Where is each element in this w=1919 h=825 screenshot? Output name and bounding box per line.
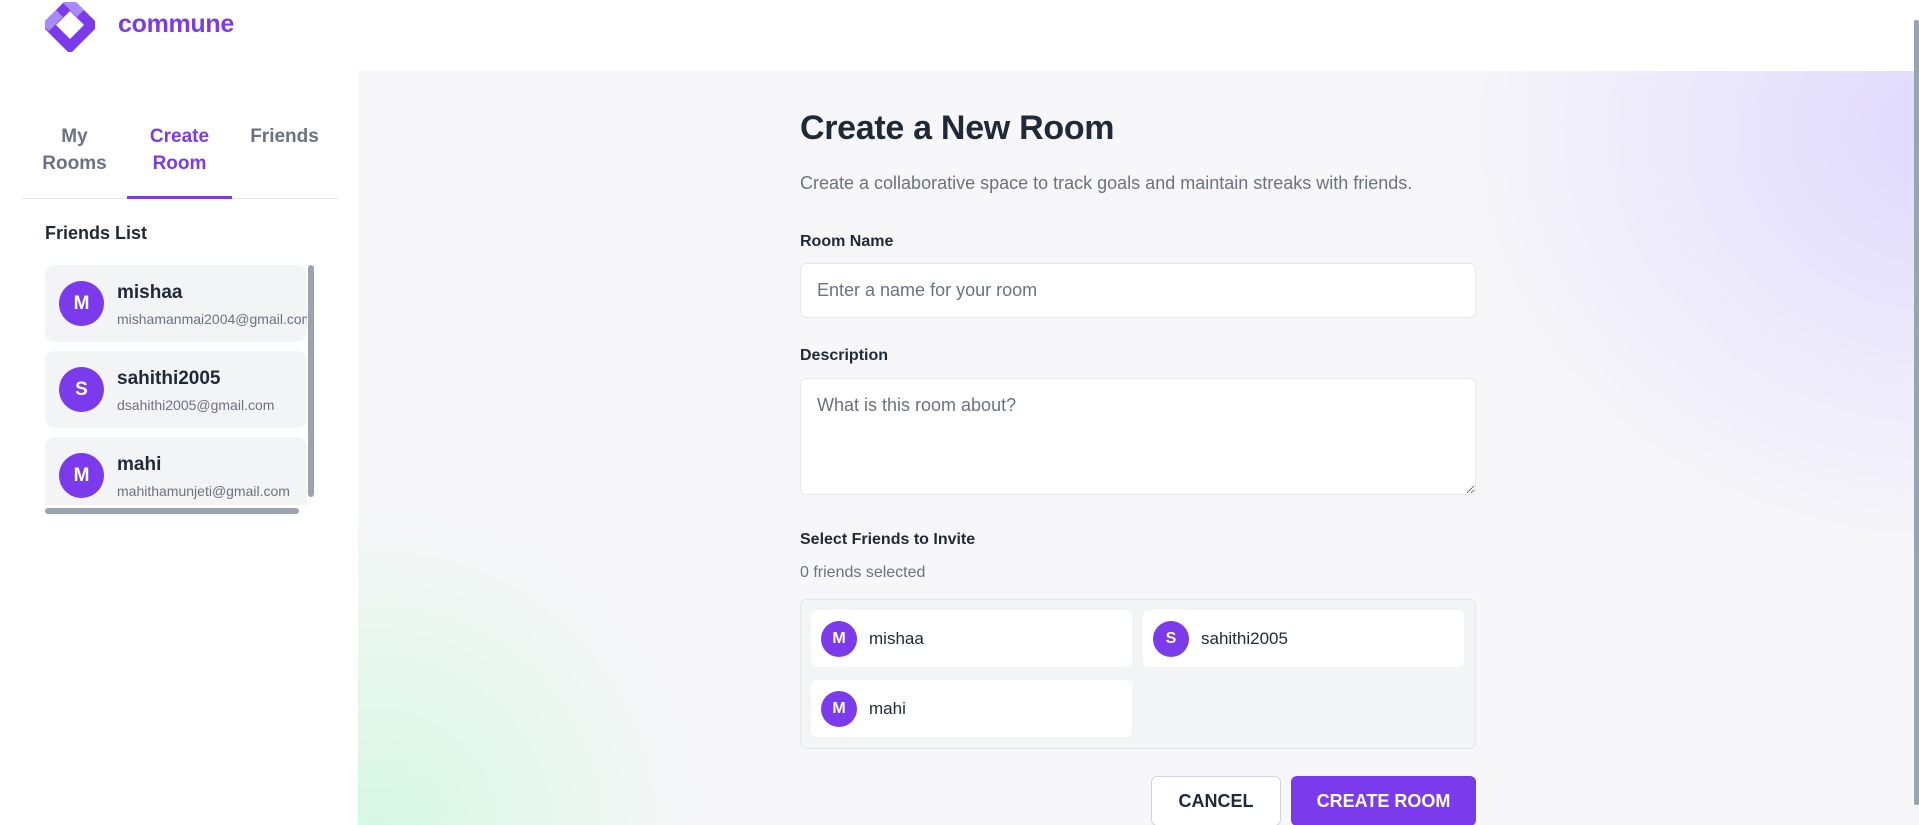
invite-option[interactable]: M mishaa [811, 610, 1132, 667]
commune-logo-icon[interactable] [45, 2, 95, 52]
tab-label: My Rooms [42, 126, 107, 174]
create-room-button[interactable]: CREATE ROOM [1291, 776, 1476, 825]
friends-list-heading: Friends List [45, 223, 148, 243]
invite-friends-label: Select Friends to Invite [800, 531, 976, 548]
invite-option-name: mishaa [869, 629, 924, 648]
cancel-button[interactable]: CANCEL [1151, 776, 1281, 825]
sidebar-tabs: My Rooms Create Room Friends [22, 115, 338, 199]
avatar: M [821, 691, 857, 727]
avatar: M [59, 281, 104, 326]
friends-list-horizontal-scrollbar[interactable] [45, 508, 299, 514]
description-label: Description [800, 347, 889, 364]
invite-option-name: mahi [869, 699, 906, 718]
invite-option[interactable]: S sahithi2005 [1143, 610, 1464, 667]
friend-name: sahithi2005 [117, 368, 221, 389]
page-scrollbar[interactable] [1914, 20, 1919, 805]
friend-email: mahithamunjeti@gmail.com [117, 483, 290, 499]
friends-list[interactable]: M mishaa mishamanmai2004@gmail.com S sah… [45, 265, 315, 505]
friend-card[interactable]: M mishaa mishamanmai2004@gmail.com [45, 265, 307, 342]
friend-email: dsahithi2005@gmail.com [117, 397, 275, 413]
page-subtitle: Create a collaborative space to track go… [800, 173, 1413, 193]
avatar: M [59, 453, 104, 498]
brand-name[interactable]: commune [118, 10, 234, 39]
tab-label: Friends [250, 126, 319, 147]
friend-card[interactable]: M mahi mahithamunjeti@gmail.com [45, 437, 307, 505]
friend-card[interactable]: S sahithi2005 dsahithi2005@gmail.com [45, 351, 307, 428]
selected-friends-count: 0 friends selected [800, 564, 926, 581]
avatar: M [821, 621, 857, 657]
room-name-input[interactable] [800, 263, 1476, 318]
invite-option-name: sahithi2005 [1201, 629, 1288, 648]
tab-friends[interactable]: Friends [232, 115, 337, 199]
tab-my-rooms[interactable]: My Rooms [22, 115, 127, 199]
sidebar: My Rooms Create Room Friends Friends Lis… [0, 71, 358, 825]
tab-label: Create Room [149, 126, 210, 174]
invite-friends-list: M mishaa S sahithi2005 M mahi [800, 599, 1476, 749]
header: commune [0, 0, 1919, 71]
avatar: S [59, 367, 104, 412]
invite-option[interactable]: M mahi [811, 680, 1132, 737]
room-name-label: Room Name [800, 233, 894, 250]
friend-name: mahi [117, 454, 162, 475]
avatar: S [1153, 621, 1189, 657]
friends-list-vertical-scrollbar[interactable] [308, 265, 314, 497]
tab-create-room[interactable]: Create Room [127, 115, 232, 199]
description-textarea[interactable] [800, 378, 1476, 495]
friend-name: mishaa [117, 282, 183, 303]
friend-email: mishamanmai2004@gmail.com [117, 311, 307, 327]
page-title: Create a New Room [800, 109, 1115, 147]
